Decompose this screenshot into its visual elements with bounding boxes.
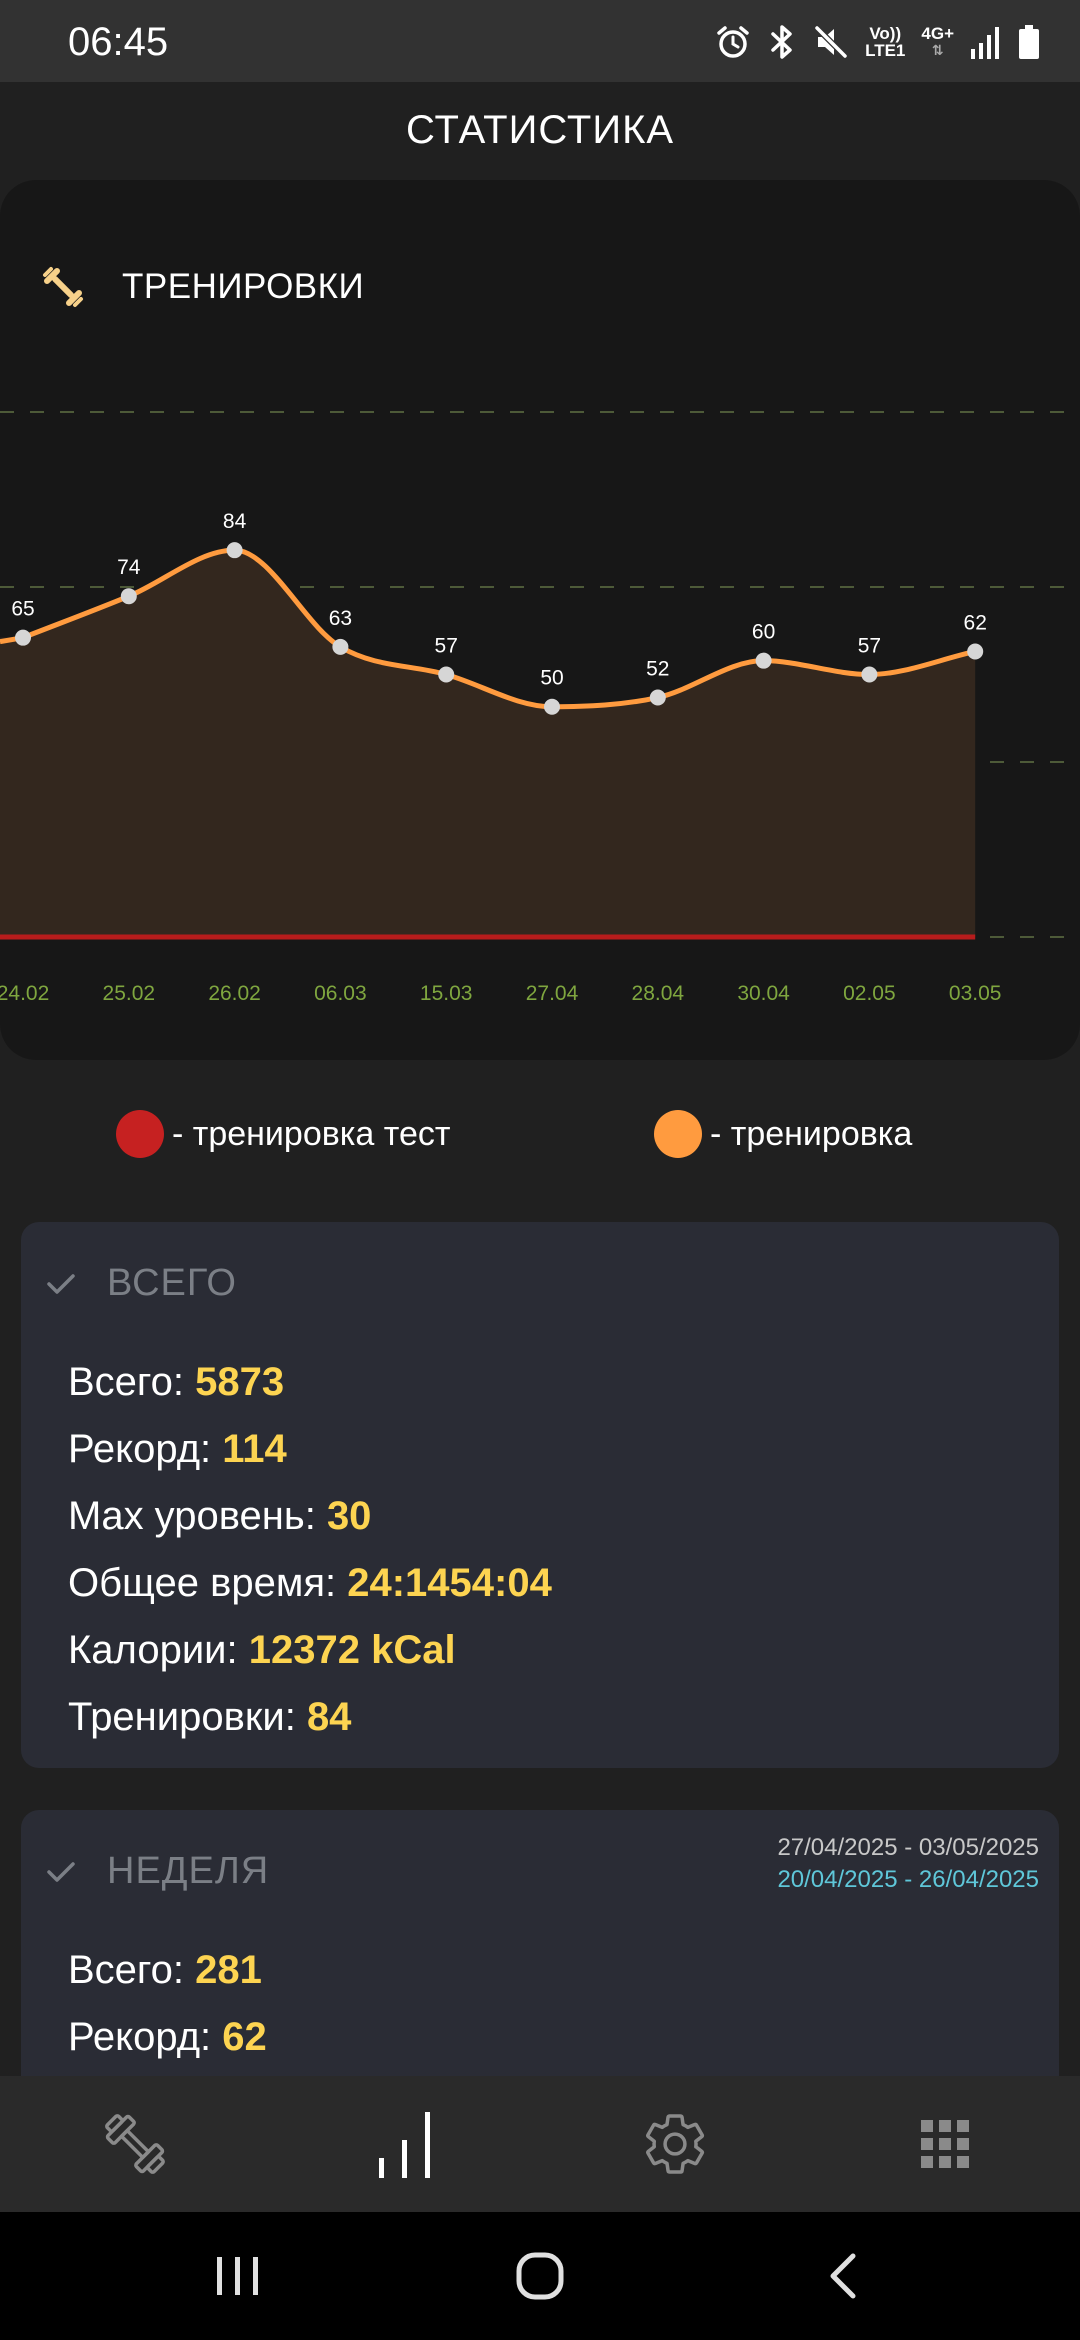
x-tick-label: 28.04: [632, 982, 685, 1005]
status-bar: 06:45 Vo)) LTE1 4G+ ⇅: [0, 0, 1080, 82]
status-time: 06:45: [68, 20, 169, 64]
x-tick-label: 24.02: [0, 982, 49, 1005]
network-4g-label: 4G+ ⇅: [921, 24, 954, 58]
data-point: [120, 588, 137, 605]
signal-icon: [971, 27, 999, 59]
data-point: [861, 666, 878, 683]
chart-card: 65 74 84 63 57 50 52 60 57 62 24.02 25.02 26.02 06.03…: [0, 180, 1080, 1060]
week-stat-row-record: Рекорд: 62: [68, 2015, 267, 2059]
data-point: [967, 643, 984, 660]
grid-icon: [921, 2120, 969, 2168]
chart-header: ТРЕНИРОВКИ: [42, 266, 364, 308]
data-label: 57: [858, 635, 881, 658]
data-label: 63: [329, 607, 352, 630]
nav-workout-tab[interactable]: [0, 2076, 270, 2212]
data-point: [332, 638, 349, 655]
legend-item-test[interactable]: - тренировка тест: [116, 1110, 450, 1158]
data-label: 84: [223, 510, 247, 533]
stat-row-calories: Калории: 12372 kCal: [68, 1628, 456, 1672]
chart-legend: - тренировка тест - тренировка: [0, 1110, 1080, 1162]
check-icon: [47, 1273, 75, 1294]
recent-apps-icon: [217, 2257, 258, 2295]
data-point: [15, 629, 31, 646]
home-button[interactable]: [460, 2212, 620, 2340]
legend-item-workout[interactable]: - тренировка: [654, 1110, 912, 1158]
bar-chart-icon: [379, 2112, 430, 2178]
week-stats-card[interactable]: НЕДЕЛЯ 27/04/2025 - 03/05/2025 20/04/202…: [21, 1810, 1059, 2110]
week-range-previous[interactable]: 20/04/2025 - 26/04/2025: [777, 1866, 1039, 1894]
data-point: [755, 652, 772, 669]
x-tick-label: 26.02: [208, 982, 261, 1005]
nav-apps-tab[interactable]: [810, 2076, 1080, 2212]
bluetooth-icon: [771, 25, 792, 59]
x-tick-label: 06.03: [314, 982, 367, 1005]
total-card-header: ВСЕГО: [43, 1262, 237, 1305]
x-tick-label: 25.02: [103, 982, 156, 1005]
nav-statistics-tab[interactable]: [270, 2076, 540, 2212]
data-label: 50: [540, 667, 563, 690]
bottom-navigation: [0, 2076, 1080, 2212]
data-point: [544, 698, 560, 715]
x-tick-label: 02.05: [843, 982, 896, 1005]
total-card-title: ВСЕГО: [107, 1262, 237, 1304]
data-point: [438, 666, 455, 683]
home-icon: [516, 2252, 564, 2300]
volte-lte-label: Vo)) LTE1: [865, 24, 906, 60]
data-label: 57: [435, 635, 458, 658]
data-label: 52: [646, 658, 669, 681]
week-card-title: НЕДЕЛЯ: [107, 1850, 270, 1892]
week-range-current: 27/04/2025 - 03/05/2025: [777, 1834, 1039, 1861]
week-stat-row-total: Всего: 281: [68, 1948, 262, 1992]
legend-dot-test: [116, 1110, 164, 1158]
battery-icon: [1019, 25, 1039, 59]
data-label: 65: [11, 598, 34, 621]
week-card-header: НЕДЕЛЯ: [43, 1850, 269, 1893]
alarm-icon: [717, 26, 749, 58]
dumbbell-icon: [105, 2114, 165, 2174]
x-tick-label: 03.05: [949, 982, 1002, 1005]
system-navigation-bar: [0, 2212, 1080, 2340]
dumbbell-icon: [43, 267, 83, 307]
mute-icon: [814, 25, 848, 59]
chart-area-fill: [0, 550, 976, 937]
stat-row-workouts: Тренировки: 84: [68, 1695, 352, 1739]
x-tick-label: 27.04: [526, 982, 579, 1005]
legend-label-workout: - тренировка: [710, 1114, 913, 1153]
stat-row-total: Всего: 5873: [68, 1360, 285, 1404]
legend-label-test: - тренировка тест: [172, 1114, 451, 1153]
chart-title: ТРЕНИРОВКИ: [122, 267, 365, 306]
x-tick-label: 15.03: [420, 982, 473, 1005]
workout-chart[interactable]: 65 74 84 63 57 50 52 60 57 62 24.02 25.02 26.02 06.03…: [0, 180, 1080, 1060]
x-tick-label: 30.04: [737, 982, 790, 1005]
nav-settings-tab[interactable]: [540, 2076, 810, 2212]
back-icon: [830, 2253, 856, 2299]
data-label: 62: [964, 611, 987, 634]
page-title: СТАТИСТИКА: [405, 108, 675, 152]
stat-row-total-time: Общее время: 24:1454:04: [68, 1561, 552, 1605]
data-point: [226, 542, 243, 559]
data-label: 74: [117, 556, 141, 579]
status-icons: Vo)) LTE1 4G+ ⇅: [715, 18, 1040, 66]
back-button[interactable]: [762, 2212, 922, 2340]
legend-dot-workout: [654, 1110, 702, 1158]
gear-icon: [646, 2114, 705, 2174]
total-stats-card[interactable]: ВСЕГО Всего: 5873 Рекорд: 114 Max уровен…: [21, 1222, 1059, 1768]
stat-row-record: Рекорд: 114: [68, 1427, 287, 1471]
stat-row-max-level: Max уровень: 30: [68, 1494, 372, 1538]
check-icon: [47, 1861, 75, 1882]
recent-apps-button[interactable]: [158, 2212, 318, 2340]
data-label: 60: [752, 621, 775, 644]
data-point: [649, 689, 666, 706]
